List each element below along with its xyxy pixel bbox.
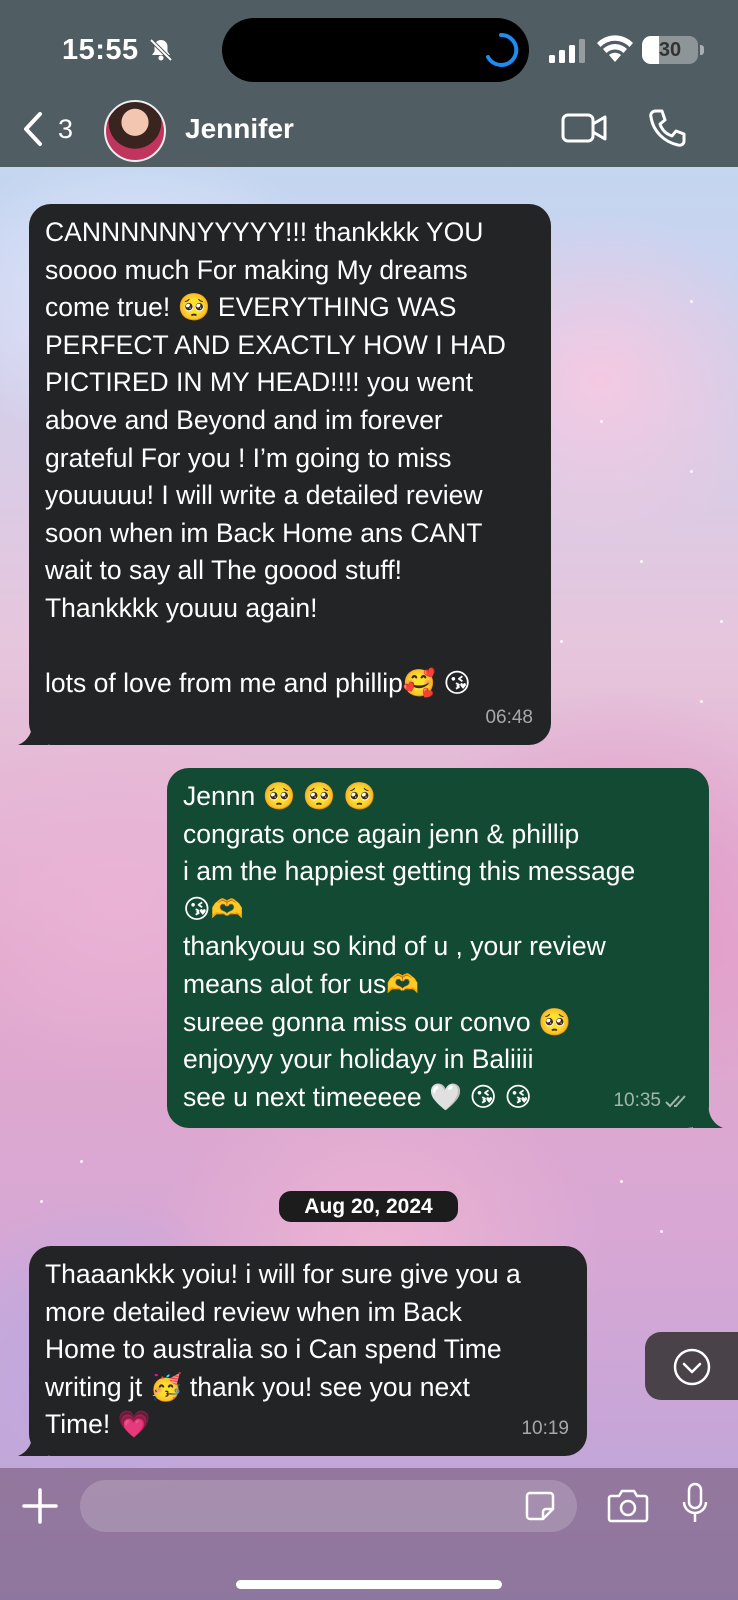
message-time: 06:48 [485, 707, 533, 729]
message-bubble-outgoing[interactable]: Jennn 🥺 🥺 🥺 congrats once again jenn & p… [167, 768, 709, 1128]
message-meta: 10:35 [613, 1082, 691, 1120]
scroll-down-icon [673, 1348, 711, 1386]
message-text: Jennn 🥺 🥺 🥺 congrats once again jenn & p… [183, 781, 636, 1112]
unread-count[interactable]: 3 [58, 114, 73, 145]
spinner-icon [486, 32, 519, 67]
date-separator: Aug 20, 2024 [279, 1191, 458, 1222]
home-indicator[interactable] [236, 1580, 502, 1589]
message-text: CANNNNNNYYYYY!!! thankkkk YOU soooo much… [45, 217, 506, 699]
sticker-icon[interactable] [524, 1490, 556, 1522]
camera-icon[interactable] [607, 1486, 649, 1524]
battery-tip [700, 45, 704, 55]
battery-indicator: 30 [642, 36, 698, 64]
double-check-icon [665, 1095, 686, 1108]
message-bubble-incoming[interactable]: CANNNNNNYYYYY!!! thankkkk YOU soooo much… [29, 204, 551, 745]
status-time: 15:55 [62, 34, 139, 66]
message-time: 10:35 [613, 1090, 661, 1112]
signal-icon [549, 39, 585, 63]
avatar[interactable] [104, 100, 166, 162]
bell-slash-icon [149, 38, 173, 62]
battery-level: 30 [658, 39, 682, 61]
message-time: 10:19 [521, 1418, 569, 1440]
message-bubble-incoming[interactable]: Thaaankkk yoiu! i will for sure give you… [29, 1246, 587, 1456]
contact-name[interactable]: Jennifer [185, 113, 294, 145]
message-text: Thaaankkk yoiu! i will for sure give you… [45, 1259, 521, 1440]
microphone-icon[interactable] [681, 1482, 709, 1526]
message-meta: 06:48 [485, 699, 533, 737]
message-input[interactable] [80, 1480, 577, 1532]
phone-icon[interactable] [648, 108, 686, 148]
message-meta: 10:19 [521, 1410, 569, 1448]
video-call-icon[interactable] [561, 111, 607, 145]
back-chevron-icon[interactable] [20, 110, 46, 148]
wifi-icon [597, 35, 633, 62]
chat-header: 15:55 30 3 Jennifer [0, 0, 738, 167]
scroll-to-bottom-button[interactable] [645, 1332, 738, 1400]
plus-icon[interactable] [22, 1488, 58, 1524]
